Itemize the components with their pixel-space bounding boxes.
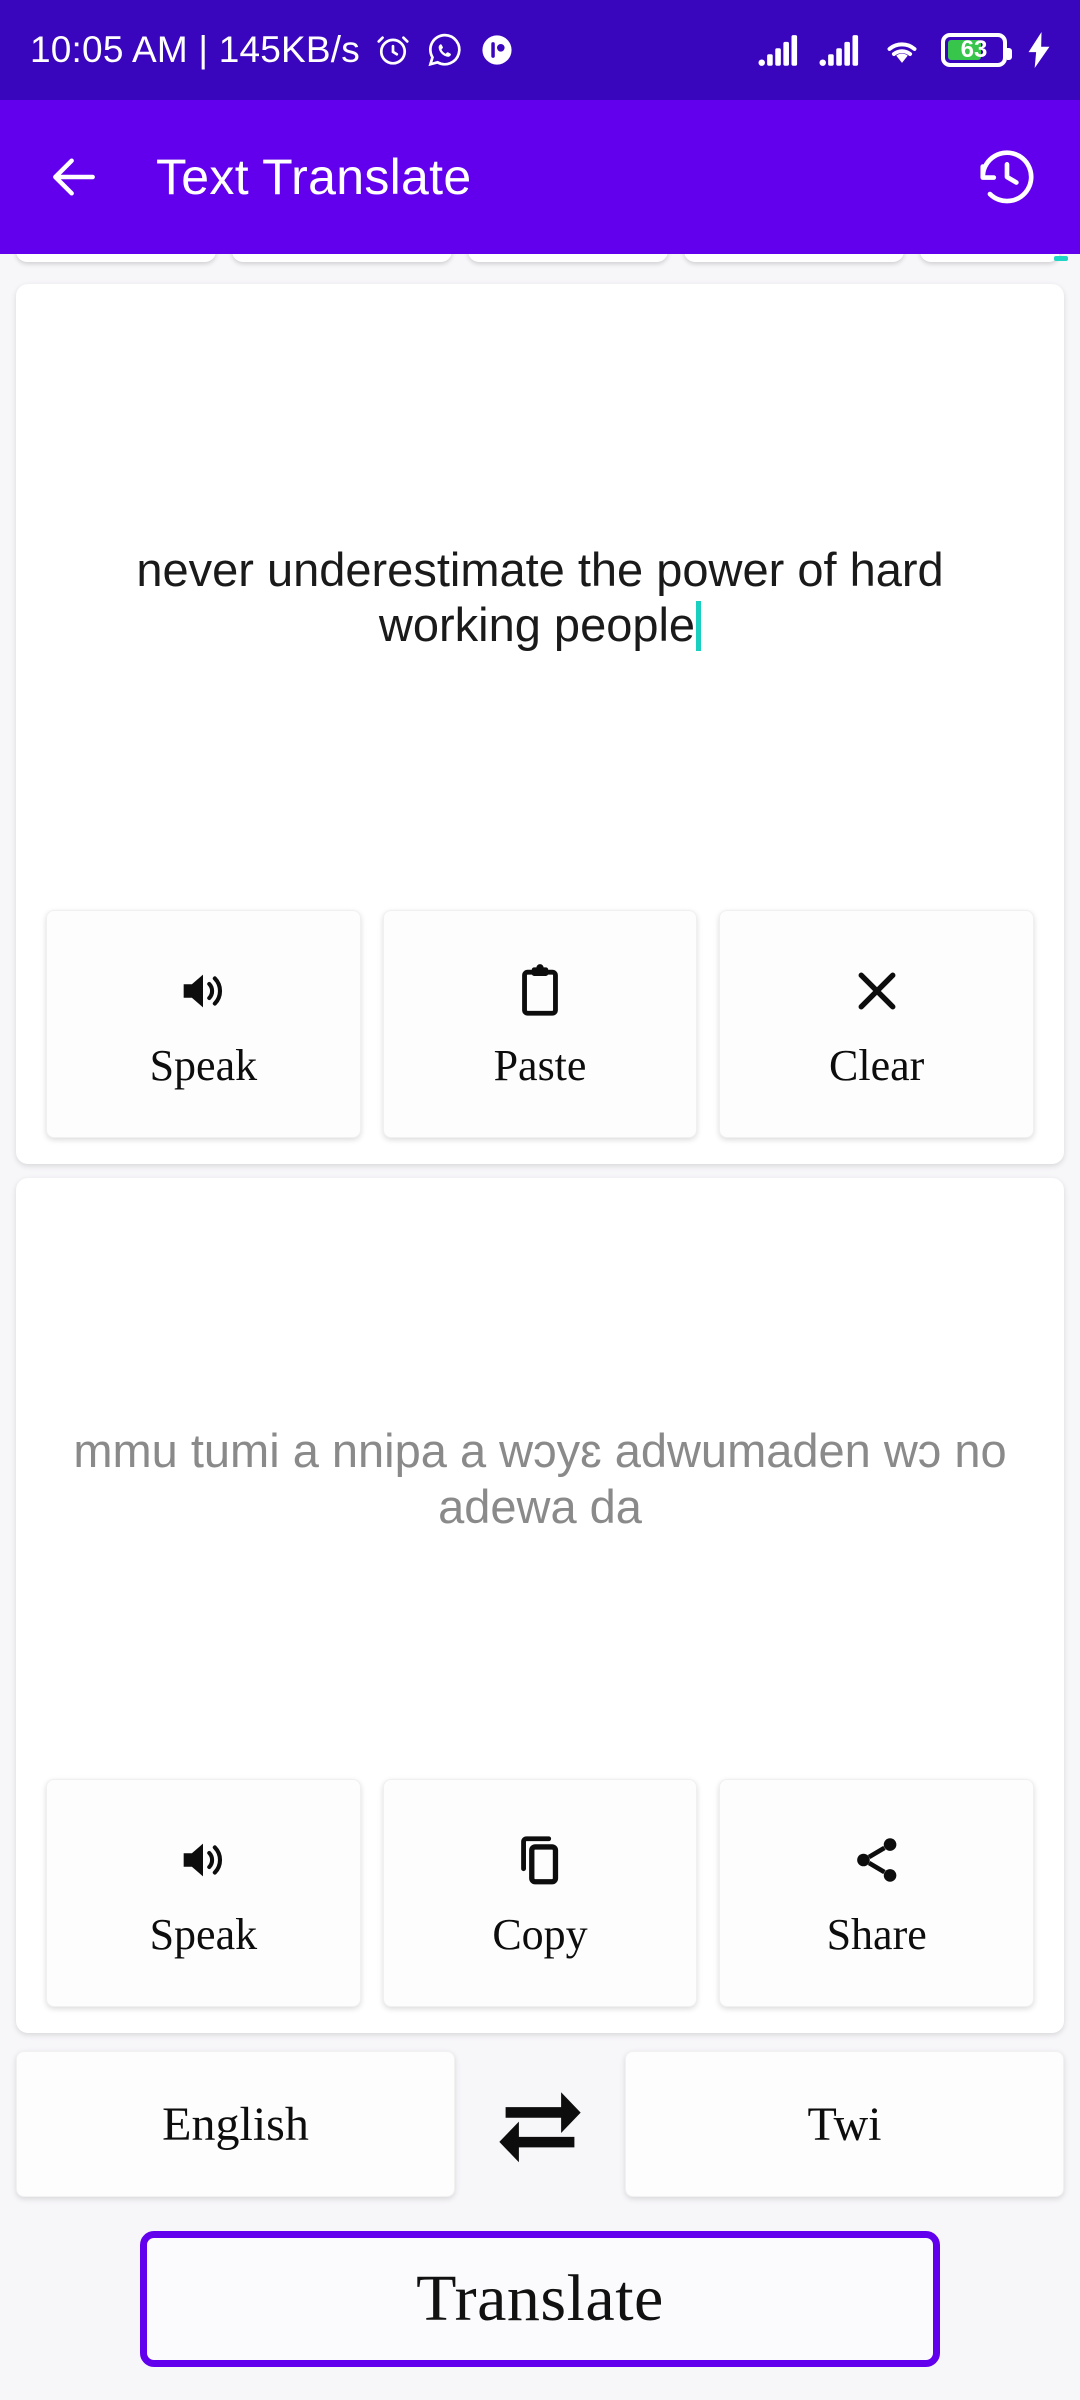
paste-button[interactable]: Paste: [382, 910, 698, 1138]
source-input-value: never underestimate the power of hard wo…: [136, 542, 944, 651]
copy-label: Copy: [492, 1910, 588, 1959]
target-speak-label: Speak: [149, 1910, 258, 1959]
signal-sim2-icon: [819, 35, 859, 66]
page-title: Text Translate: [156, 149, 472, 205]
app-notification-icon: [482, 35, 512, 65]
arrow-left-icon[interactable]: [46, 149, 102, 205]
source-language-label: English: [162, 2097, 309, 2151]
status-clock: 10:05 AM | 145KB/s: [30, 29, 360, 70]
status-bar: 10:05 AM | 145KB/s 63: [0, 0, 1080, 100]
text-caret: [696, 601, 702, 651]
battery-percent-label: 63: [960, 36, 988, 63]
language-selector-row: English Twi: [0, 2051, 1080, 2197]
peek-card: [232, 254, 452, 262]
peek-card: [16, 254, 216, 262]
signal-sim1-icon: [758, 35, 798, 66]
copy-button[interactable]: Copy: [382, 1779, 698, 2007]
charging-bolt-icon: [1028, 32, 1050, 68]
source-speak-button[interactable]: Speak: [46, 910, 361, 1138]
close-x-icon: [846, 960, 908, 1022]
translate-button-wrap: Translate: [0, 2197, 1080, 2367]
target-language-button[interactable]: Twi: [625, 2051, 1064, 2197]
battery-icon: 63: [941, 33, 1012, 67]
status-bar-left: 10:05 AM | 145KB/s: [30, 29, 516, 71]
source-text-card: never underestimate the power of hard wo…: [16, 284, 1064, 1164]
whatsapp-icon: [428, 33, 461, 67]
wifi-icon: [887, 42, 917, 63]
clear-button[interactable]: Clear: [719, 910, 1035, 1138]
source-language-button[interactable]: English: [16, 2051, 455, 2197]
source-action-row: Speak Paste Clear: [16, 910, 1064, 1164]
target-output-value: mmu tumi a nnipa a wɔyɛ adwumaden wɔ no …: [73, 1424, 1007, 1533]
share-icon: [846, 1829, 908, 1891]
target-action-row: Speak Copy Share: [16, 1779, 1064, 2033]
app-bar: Text Translate: [0, 100, 1080, 254]
speaker-icon: [172, 1829, 234, 1891]
scrolled-card-peek-strip: [0, 254, 1080, 276]
paste-label: Paste: [493, 1041, 587, 1090]
clipboard-icon: [509, 960, 571, 1022]
status-bar-right: 63: [758, 32, 1054, 68]
translate-label: Translate: [416, 2262, 664, 2335]
target-text-card: mmu tumi a nnipa a wɔyɛ adwumaden wɔ no …: [16, 1178, 1064, 2033]
swap-languages-button[interactable]: [455, 2051, 625, 2197]
peek-caret-indicator: [1054, 256, 1068, 261]
target-text-area[interactable]: mmu tumi a nnipa a wɔyɛ adwumaden wɔ no …: [16, 1178, 1064, 1779]
target-speak-button[interactable]: Speak: [46, 1779, 361, 2007]
source-speak-label: Speak: [149, 1041, 258, 1090]
speaker-icon: [172, 960, 234, 1022]
peek-card: [468, 254, 668, 262]
alarm-clock-icon: [377, 36, 409, 65]
clear-label: Clear: [829, 1041, 925, 1090]
target-language-label: Twi: [807, 2097, 882, 2151]
source-text-area[interactable]: never underestimate the power of hard wo…: [16, 284, 1064, 910]
peek-card: [920, 254, 1060, 262]
share-button[interactable]: Share: [719, 1779, 1035, 2007]
source-text-line: never underestimate the power of hard wo…: [64, 542, 1016, 653]
share-label: Share: [826, 1910, 927, 1959]
copy-icon: [509, 1829, 571, 1891]
phone-screen: 10:05 AM | 145KB/s 63 Text Translate nev…: [0, 0, 1080, 2400]
history-clock-icon[interactable]: [974, 144, 1040, 210]
swap-horizontal-icon: [492, 2079, 588, 2170]
translate-button[interactable]: Translate: [140, 2231, 940, 2367]
peek-card: [684, 254, 904, 262]
